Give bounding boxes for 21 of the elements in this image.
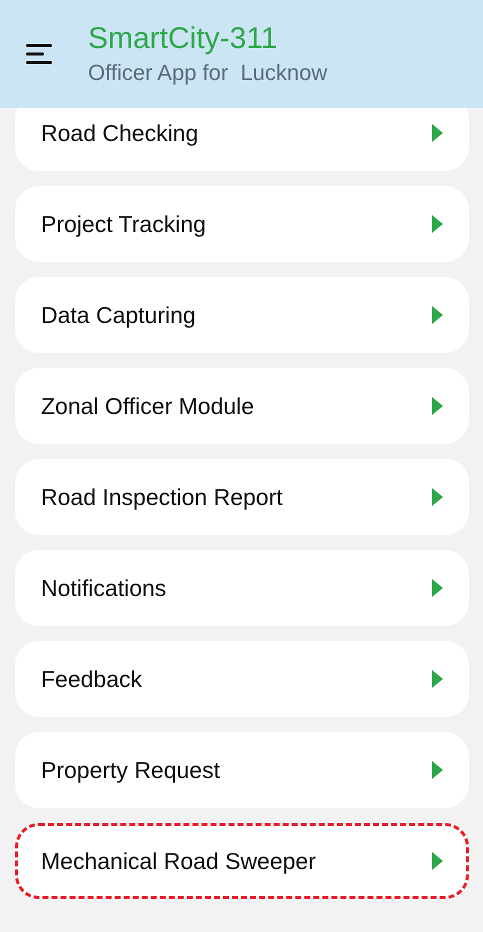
arrow-icon <box>431 669 444 689</box>
menu-item[interactable]: Zonal Officer Module <box>15 368 469 444</box>
menu-item[interactable]: Property Request <box>15 732 469 808</box>
arrow-icon <box>431 487 444 507</box>
arrow-icon <box>431 396 444 416</box>
app-title: SmartCity-311 <box>88 22 278 56</box>
menu-item[interactable]: Mechanical Road Sweeper <box>15 823 469 899</box>
menu-item[interactable]: Road Inspection Report <box>15 459 469 535</box>
arrow-icon <box>431 851 444 871</box>
arrow-icon <box>431 578 444 598</box>
arrow-icon <box>431 760 444 780</box>
menu-item[interactable]: Notifications <box>15 550 469 626</box>
arrow-icon <box>431 305 444 325</box>
menu-item[interactable]: Feedback <box>15 641 469 717</box>
menu-item[interactable]: Road Checking <box>15 108 469 171</box>
menu-item[interactable]: Project Tracking <box>15 186 469 262</box>
arrow-icon <box>431 214 444 234</box>
menu-icon[interactable] <box>26 43 54 65</box>
arrow-icon <box>431 123 444 143</box>
app-subtitle: Officer App for Lucknow <box>88 60 328 86</box>
menu-item[interactable]: Data Capturing <box>15 277 469 353</box>
